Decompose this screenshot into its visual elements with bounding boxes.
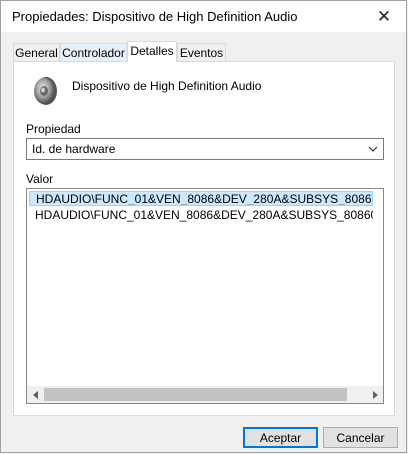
scrollbar-thumb[interactable] [44,388,347,401]
scroll-right-button[interactable] [366,386,383,403]
details-panel: Dispositivo de High Definition Audio Pro… [13,61,395,416]
list-item[interactable]: HDAUDIO\FUNC_01&VEN_8086&DEV_280A&SUBSYS… [29,207,373,222]
cancel-button[interactable]: Cancelar [323,427,398,448]
properties-dialog: Propiedades: Dispositivo de High Definit… [0,0,407,453]
title-bar[interactable]: Propiedades: Dispositivo de High Definit… [1,1,406,32]
accept-button[interactable]: Aceptar [243,427,318,448]
horizontal-scrollbar[interactable] [27,386,383,403]
close-icon: ✕ [376,6,392,26]
window-title: Propiedades: Dispositivo de High Definit… [12,9,298,24]
tab-detalles[interactable]: Detalles [127,41,177,62]
tab-eventos[interactable]: Eventos [177,43,226,61]
value-listbox[interactable]: HDAUDIO\FUNC_01&VEN_8086&DEV_280A&SUBSYS… [26,188,384,404]
list-item[interactable]: HDAUDIO\FUNC_01&VEN_8086&DEV_280A&SUBSYS… [29,191,373,206]
chevron-left-icon [32,390,38,399]
property-dropdown[interactable]: Id. de hardware [26,138,384,160]
property-label: Propiedad [26,122,81,136]
property-selected-value: Id. de hardware [32,142,116,156]
tab-general[interactable]: General [13,43,60,61]
device-name: Dispositivo de High Definition Audio [72,79,262,93]
scroll-left-button[interactable] [27,386,44,403]
chevron-down-icon [368,146,378,152]
value-label: Valor [26,172,54,186]
speaker-icon [34,77,57,105]
tab-controlador[interactable]: Controlador [60,43,127,61]
chevron-right-icon [372,390,378,399]
close-button[interactable]: ✕ [362,1,406,32]
